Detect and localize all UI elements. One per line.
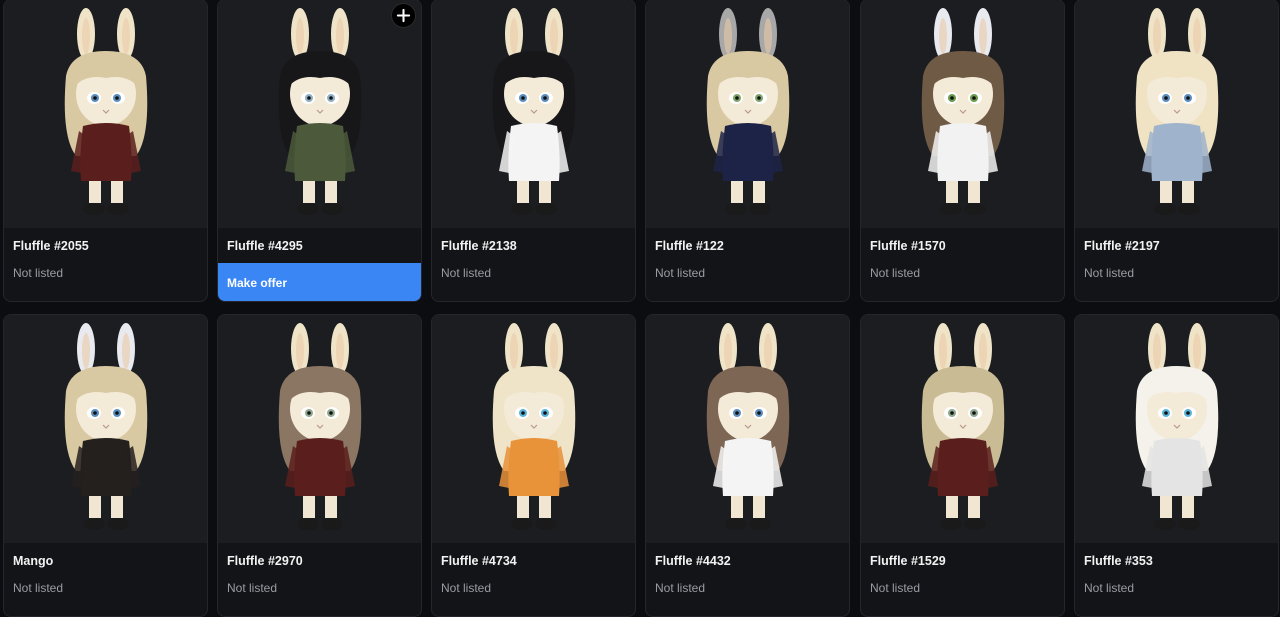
- nft-artwork[interactable]: [1075, 315, 1278, 543]
- nft-name: Fluffle #353: [1084, 554, 1153, 568]
- nft-name: Fluffle #1529: [870, 554, 946, 568]
- listing-status: Not listed: [441, 581, 492, 595]
- nft-artwork[interactable]: [4, 315, 207, 543]
- nft-card[interactable]: Fluffle #122 Not listed: [645, 0, 850, 302]
- nft-artwork[interactable]: [4, 0, 207, 228]
- nft-artwork[interactable]: [646, 0, 849, 228]
- bunny-avatar-image: [706, 323, 789, 530]
- listing-status: Not listed: [1084, 266, 1135, 280]
- nft-artwork[interactable]: [218, 0, 421, 228]
- nft-name: Fluffle #2055: [13, 239, 89, 253]
- listing-status: Not listed: [13, 266, 64, 280]
- listing-status: Not listed: [13, 581, 64, 595]
- nft-artwork[interactable]: [861, 0, 1064, 228]
- nft-name: Fluffle #2970: [227, 554, 303, 568]
- nft-name: Fluffle #4432: [655, 554, 731, 568]
- bunny-avatar-image: [1135, 323, 1218, 530]
- nft-card[interactable]: Fluffle #2138 Not listed: [431, 0, 636, 302]
- bunny-avatar-image: [278, 8, 361, 215]
- bunny-avatar-image: [278, 323, 361, 530]
- nft-artwork[interactable]: [1075, 0, 1278, 228]
- bunny-avatar-image: [921, 8, 1004, 215]
- nft-card[interactable]: Fluffle #4432 Not listed: [645, 314, 850, 617]
- listing-status: Not listed: [1084, 581, 1135, 595]
- nft-artwork[interactable]: [432, 315, 635, 543]
- nft-card[interactable]: Fluffle #353 Not listed: [1074, 314, 1279, 617]
- nft-name: Mango: [13, 554, 54, 568]
- nft-name: Fluffle #4734: [441, 554, 517, 568]
- listing-status: Not listed: [870, 581, 921, 595]
- listing-status: Not listed: [227, 581, 278, 595]
- nft-name: Fluffle #122: [655, 239, 724, 253]
- nft-card[interactable]: Fluffle #2055 Not listed: [3, 0, 208, 302]
- make-offer-button[interactable]: Make offer: [218, 263, 421, 301]
- nft-artwork[interactable]: [646, 315, 849, 543]
- listing-status: Not listed: [870, 266, 921, 280]
- nft-artwork[interactable]: [218, 315, 421, 543]
- bunny-avatar-image: [64, 8, 147, 215]
- nft-name: Fluffle #2197: [1084, 239, 1160, 253]
- bunny-avatar-image: [492, 8, 575, 215]
- bunny-avatar-image: [492, 323, 575, 530]
- nft-card[interactable]: Fluffle #1570 Not listed: [860, 0, 1065, 302]
- nft-name: Fluffle #4295: [227, 239, 303, 253]
- bunny-avatar-image: [706, 8, 789, 215]
- nft-card[interactable]: Fluffle #2970 Not listed: [217, 314, 422, 617]
- nft-name: Fluffle #2138: [441, 239, 517, 253]
- nft-grid: Fluffle #2055Not listed Fluffle #4295 M: [0, 0, 1280, 617]
- nft-card[interactable]: Fluffle #1529 Not listed: [860, 314, 1065, 617]
- listing-status: Not listed: [441, 266, 492, 280]
- listing-status: Not listed: [655, 266, 706, 280]
- nft-name: Fluffle #1570: [870, 239, 946, 253]
- nft-card[interactable]: Fluffle #4734 Not listed: [431, 314, 636, 617]
- nft-artwork[interactable]: [861, 315, 1064, 543]
- listing-status: Not listed: [655, 581, 706, 595]
- bunny-avatar-image: [921, 323, 1004, 530]
- plus-icon[interactable]: [391, 3, 416, 28]
- nft-artwork[interactable]: [432, 0, 635, 228]
- nft-card[interactable]: Mango Not listed: [3, 314, 208, 617]
- bunny-avatar-image: [64, 323, 147, 530]
- nft-card[interactable]: Fluffle #2197 Not listed: [1074, 0, 1279, 302]
- nft-card[interactable]: Fluffle #4295 Make offer: [217, 0, 422, 302]
- bunny-avatar-image: [1135, 8, 1218, 215]
